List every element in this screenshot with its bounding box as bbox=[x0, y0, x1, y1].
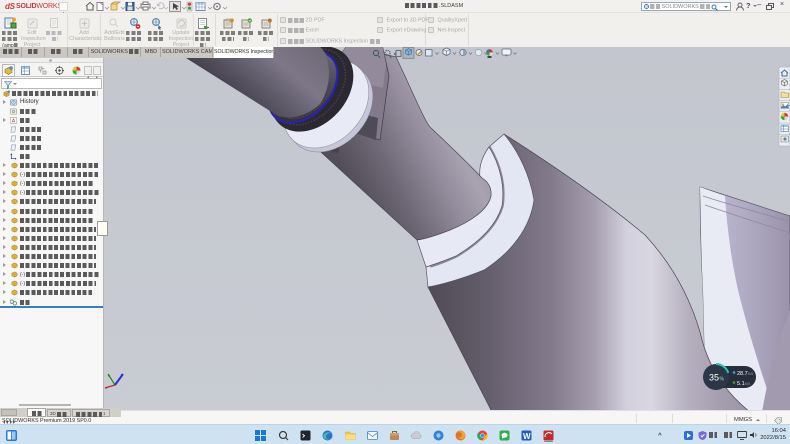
svg-text:A: A bbox=[12, 119, 16, 124]
svg-text:%: % bbox=[720, 377, 725, 383]
svg-text:35: 35 bbox=[709, 373, 719, 383]
svg-text:W: W bbox=[523, 431, 531, 440]
